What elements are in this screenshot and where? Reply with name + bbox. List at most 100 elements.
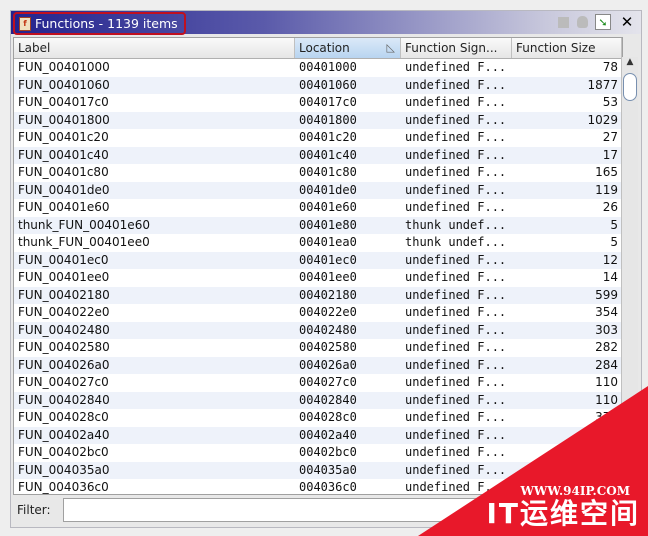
cell-location: 00401c40 [299, 147, 357, 162]
cell-label: FUN_004022e0 [18, 305, 110, 319]
cell-size: 27 [602, 130, 618, 144]
cell-location: 00401800 [299, 112, 357, 127]
cell-signature: undefined F... [405, 445, 507, 459]
sort-icon: ◺ [386, 41, 395, 54]
cell-signature: undefined F... [405, 200, 507, 214]
table-row[interactable]: FUN_00401c80 00401c80 undefined F... 165 [14, 164, 622, 182]
cell-signature: undefined F... [405, 77, 507, 92]
cell-label: FUN_00401e60 [18, 200, 110, 214]
cell-size: 53 [602, 95, 618, 109]
table-row[interactable]: thunk_FUN_00401ee0 00401ea0 thunk undef...… [14, 234, 622, 252]
table-row[interactable]: FUN_004026a0 004026a0 undefined F... 284 [14, 356, 622, 374]
cell-label: FUN_00401ee0 [18, 270, 110, 284]
table-row[interactable]: FUN_00401ec0 00401ec0 undefined F... 12 [14, 251, 622, 269]
table-row[interactable]: FUN_00401e60 00401e60 undefined F... 26 [14, 199, 622, 217]
table-row[interactable]: FUN_004022e0 004022e0 undefined F... 354 [14, 304, 622, 322]
cell-size: 165 [595, 165, 618, 179]
cell-label: FUN_004027c0 [18, 375, 109, 389]
cell-label: FUN_00402580 [18, 340, 110, 354]
cell-signature: thunk undef... [405, 217, 507, 232]
function-icon: f [19, 16, 31, 31]
cell-location: 004027c0 [299, 375, 357, 389]
cell-signature: undefined F... [405, 270, 507, 284]
cell-location: 00401000 [299, 60, 357, 74]
cell-signature: undefined F... [405, 340, 507, 354]
functions-table: Label Location ◺ Function Sign... Functio… [13, 37, 623, 495]
table-row[interactable]: FUN_00402bc0 00402bc0 undefined F... [14, 444, 622, 462]
cell-location: 004036c0 [299, 480, 357, 494]
column-header-label[interactable]: Label [14, 38, 295, 58]
table-row[interactable]: FUN_00401de0 00401de0 undefined F... 119 [14, 181, 622, 199]
cell-size: 1877 [587, 77, 618, 92]
cell-size: 5 [610, 217, 618, 232]
cell-location: 004028c0 [299, 410, 357, 424]
watermark-name: IT运维空间 [486, 497, 640, 530]
column-header-signature[interactable]: Function Sign... [401, 38, 512, 58]
table-row[interactable]: thunk_FUN_00401e60 00401e80 thunk undef...… [14, 216, 622, 234]
cell-size: 110 [595, 375, 618, 389]
cell-label: FUN_004028c0 [18, 410, 109, 424]
cell-location: 00401ec0 [299, 252, 357, 267]
cell-location: 00402840 [299, 392, 357, 407]
table-row[interactable]: FUN_00401ee0 00401ee0 undefined F... 14 [14, 269, 622, 287]
cell-signature: undefined F... [405, 165, 507, 179]
window-title-box: f Functions - 1139 items [13, 12, 186, 35]
scroll-up-icon[interactable]: ▲ [622, 57, 638, 71]
cell-signature: undefined F... [405, 305, 507, 319]
cell-location: 00401060 [299, 77, 357, 92]
cell-location: 00401c80 [299, 165, 357, 179]
cell-size: 303 [595, 322, 618, 337]
cell-location: 00402180 [299, 287, 357, 302]
cell-signature: undefined F... [405, 375, 507, 389]
cell-label: FUN_00402bc0 [18, 445, 109, 459]
table-header: Label Location ◺ Function Sign... Functio… [14, 38, 622, 59]
table-row[interactable]: FUN_00401800 00401800 undefined F... 1029 [14, 111, 622, 129]
cell-signature: undefined F... [405, 252, 507, 267]
cell-location: 004026a0 [299, 357, 357, 372]
cell-label: FUN_00402840 [18, 392, 110, 407]
table-row[interactable]: FUN_004027c0 004027c0 undefined F... 110 [14, 374, 622, 392]
functions-window: f Functions - 1139 items ➘ ✕ Label Locat… [10, 10, 642, 528]
table-row[interactable]: FUN_00402480 00402480 undefined F... 303 [14, 321, 622, 339]
table-row[interactable]: FUN_00401060 00401060 undefined F... 1877 [14, 76, 622, 94]
column-header-location[interactable]: Location ◺ [295, 38, 401, 58]
title-bar: f Functions - 1139 items ➘ ✕ [11, 11, 641, 35]
close-icon[interactable]: ✕ [619, 13, 635, 31]
column-header-size[interactable]: Function Size [512, 38, 622, 58]
cell-signature: thunk undef... [405, 235, 507, 249]
cell-signature: undefined F... [405, 410, 507, 424]
cell-size: 284 [595, 357, 618, 372]
table-row[interactable]: FUN_004028c0004028c0undefined F...376 [14, 409, 622, 427]
cell-location: 00402580 [299, 340, 357, 354]
toolbar-square-icon[interactable] [555, 14, 571, 30]
cell-label: thunk_FUN_00401ee0 [18, 235, 150, 249]
cell-label: FUN_00402180 [18, 287, 110, 302]
cell-size: 110 [595, 392, 618, 407]
table-row[interactable]: FUN_00401c40 00401c40 undefined F... 17 [14, 146, 622, 164]
cell-size: 282 [595, 340, 618, 354]
toolbar-refresh-icon[interactable]: ➘ [595, 14, 611, 30]
cell-size: 78 [602, 60, 618, 74]
cell-signature: undefined F... [405, 427, 507, 442]
table-row[interactable]: FUN_00401000 00401000 undefined F... 78 [14, 59, 622, 77]
cell-size: 599 [595, 287, 618, 302]
cell-location: 00401ee0 [299, 270, 357, 284]
cell-signature: undefined F... [405, 357, 507, 372]
scrollbar-thumb[interactable] [623, 73, 637, 101]
cell-location: 00401c20 [299, 130, 357, 144]
cell-label: FUN_00401c40 [18, 147, 109, 162]
table-row[interactable]: FUN_00402180 00402180 undefined F... 599 [14, 286, 622, 304]
cell-label: FUN_00401ec0 [18, 252, 109, 267]
cell-label: thunk_FUN_00401e60 [18, 217, 150, 232]
table-row[interactable]: FUN_00402840 00402840 undefined F... 110 [14, 391, 622, 409]
cell-label: FUN_004026a0 [18, 357, 110, 372]
cell-size: 119 [595, 182, 618, 197]
cell-size: 17 [602, 147, 618, 162]
window-title: Functions - 1139 items [35, 16, 178, 31]
table-row[interactable]: FUN_00402580 00402580 undefined F... 282 [14, 339, 622, 357]
cell-location: 00402bc0 [299, 445, 357, 459]
table-row[interactable]: FUN_00401c20 00401c20 undefined F... 27 [14, 129, 622, 147]
table-row[interactable]: FUN_00402a4000402a40undefined F...368 [14, 426, 622, 444]
toolbar-shield-icon[interactable] [574, 14, 590, 30]
table-row[interactable]: FUN_004017c0 004017c0 undefined F... 53 [14, 94, 622, 112]
